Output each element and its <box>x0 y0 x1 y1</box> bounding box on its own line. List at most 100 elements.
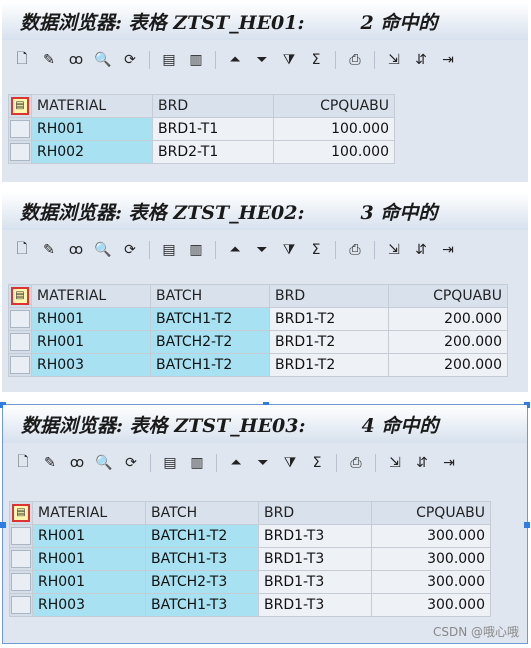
row-selector[interactable] <box>8 140 32 164</box>
row-selector[interactable] <box>9 570 33 594</box>
export-icon[interactable]: ⇲ <box>385 453 405 473</box>
cell[interactable]: 300.000 <box>371 570 491 594</box>
cell[interactable]: BRD1-T3 <box>258 547 372 571</box>
details-list-icon[interactable]: ▥ <box>186 50 206 70</box>
export-icon[interactable]: ⇲ <box>384 50 404 70</box>
filter-icon[interactable]: ⧩ <box>280 453 300 473</box>
column-header[interactable]: CPQUABU <box>273 94 395 118</box>
spreadsheet-icon[interactable]: ⇵ <box>412 453 432 473</box>
cell[interactable]: 100.000 <box>273 117 395 141</box>
print-preview-icon[interactable]: ⎙ <box>346 453 366 473</box>
column-header[interactable]: CPQUABU <box>371 501 491 525</box>
cell[interactable]: BRD1-T2 <box>269 330 389 354</box>
column-header[interactable]: MATERIAL <box>32 501 146 525</box>
find-icon[interactable]: 🔍 <box>93 50 113 70</box>
select-all-icon[interactable]: ▤ <box>12 504 30 522</box>
cell[interactable]: BATCH2-T3 <box>145 570 259 594</box>
find-icon[interactable]: 🔍 <box>94 453 114 473</box>
edit-pencil-icon[interactable]: ✎ <box>39 50 59 70</box>
row-selector[interactable] <box>9 593 33 617</box>
refresh-icon[interactable]: ⟳ <box>120 50 140 70</box>
edit-pencil-icon[interactable]: ✎ <box>39 240 59 260</box>
cell[interactable]: RH001 <box>32 570 146 594</box>
spreadsheet-icon[interactable]: ⇵ <box>411 240 431 260</box>
cell[interactable]: 200.000 <box>388 353 508 377</box>
column-header[interactable]: CPQUABU <box>388 284 508 308</box>
sort-descending-icon[interactable]: ⏷ <box>252 50 272 70</box>
print-preview-icon[interactable]: ⎙ <box>345 240 365 260</box>
cell[interactable]: BATCH1-T2 <box>145 524 259 548</box>
cell[interactable]: RH001 <box>31 117 153 141</box>
select-all-cell[interactable]: ▤ <box>8 284 32 308</box>
cell[interactable]: RH001 <box>32 547 146 571</box>
details-icon[interactable]: ▤ <box>160 453 180 473</box>
sort-ascending-icon[interactable]: ⏶ <box>225 50 245 70</box>
row-selector[interactable] <box>8 117 32 141</box>
row-selector[interactable] <box>8 307 32 331</box>
export-icon[interactable]: ⇲ <box>384 240 404 260</box>
details-list-icon[interactable]: ▥ <box>187 453 207 473</box>
cell[interactable]: BRD2-T1 <box>152 140 274 164</box>
cell[interactable]: BATCH1-T3 <box>145 593 259 617</box>
spreadsheet-icon[interactable]: ⇵ <box>411 50 431 70</box>
cell[interactable]: RH001 <box>32 524 146 548</box>
sort-descending-icon[interactable]: ⏷ <box>252 240 272 260</box>
cell[interactable]: RH003 <box>32 593 146 617</box>
cell[interactable]: BATCH2-T2 <box>150 330 270 354</box>
new-document-icon[interactable]: 🗋 <box>13 453 33 473</box>
cell[interactable]: BRD1-T2 <box>269 307 389 331</box>
select-all-icon[interactable]: ▤ <box>11 97 29 115</box>
refresh-icon[interactable]: ⟳ <box>121 453 141 473</box>
details-icon[interactable]: ▤ <box>159 50 179 70</box>
column-header[interactable]: BATCH <box>145 501 259 525</box>
select-all-icon[interactable]: ▤ <box>11 287 29 305</box>
cell[interactable]: 300.000 <box>371 593 491 617</box>
local-file-icon[interactable]: ⇥ <box>439 453 459 473</box>
details-icon[interactable]: ▤ <box>159 240 179 260</box>
resize-handle[interactable] <box>0 522 6 528</box>
resize-handle[interactable] <box>524 522 530 528</box>
glasses-icon[interactable]: ꝏ <box>66 50 86 70</box>
cell[interactable]: 300.000 <box>371 524 491 548</box>
column-header[interactable]: BATCH <box>150 284 270 308</box>
cell[interactable]: RH002 <box>31 140 153 164</box>
glasses-icon[interactable]: ꝏ <box>67 453 87 473</box>
cell[interactable]: BRD1-T3 <box>258 570 372 594</box>
new-document-icon[interactable]: 🗋 <box>12 50 32 70</box>
local-file-icon[interactable]: ⇥ <box>438 240 458 260</box>
row-selector[interactable] <box>9 524 33 548</box>
edit-pencil-icon[interactable]: ✎ <box>40 453 60 473</box>
glasses-icon[interactable]: ꝏ <box>66 240 86 260</box>
row-selector[interactable] <box>9 547 33 571</box>
cell[interactable]: BATCH1-T2 <box>150 353 270 377</box>
filter-icon[interactable]: ⧩ <box>279 240 299 260</box>
find-icon[interactable]: 🔍 <box>93 240 113 260</box>
cell[interactable]: RH003 <box>31 353 151 377</box>
select-all-cell[interactable]: ▤ <box>9 501 33 525</box>
sum-icon[interactable]: Σ <box>306 50 326 70</box>
sum-icon[interactable]: Σ <box>306 240 326 260</box>
cell[interactable]: BRD1-T2 <box>269 353 389 377</box>
column-header[interactable]: MATERIAL <box>31 284 151 308</box>
cell[interactable]: 200.000 <box>388 307 508 331</box>
sort-ascending-icon[interactable]: ⏶ <box>225 240 245 260</box>
filter-icon[interactable]: ⧩ <box>279 50 299 70</box>
cell[interactable]: BRD1-T3 <box>258 524 372 548</box>
cell[interactable]: 100.000 <box>273 140 395 164</box>
print-preview-icon[interactable]: ⎙ <box>345 50 365 70</box>
local-file-icon[interactable]: ⇥ <box>438 50 458 70</box>
cell[interactable]: BATCH1-T3 <box>145 547 259 571</box>
cell[interactable]: 200.000 <box>388 330 508 354</box>
sum-icon[interactable]: Σ <box>307 453 327 473</box>
cell[interactable]: BRD1-T1 <box>152 117 274 141</box>
cell[interactable]: RH001 <box>31 330 151 354</box>
cell[interactable]: 300.000 <box>371 547 491 571</box>
column-header[interactable]: BRD <box>152 94 274 118</box>
refresh-icon[interactable]: ⟳ <box>120 240 140 260</box>
sort-descending-icon[interactable]: ⏷ <box>253 453 273 473</box>
cell[interactable]: BATCH1-T2 <box>150 307 270 331</box>
new-document-icon[interactable]: 🗋 <box>12 240 32 260</box>
details-list-icon[interactable]: ▥ <box>186 240 206 260</box>
select-all-cell[interactable]: ▤ <box>8 94 32 118</box>
column-header[interactable]: BRD <box>269 284 389 308</box>
